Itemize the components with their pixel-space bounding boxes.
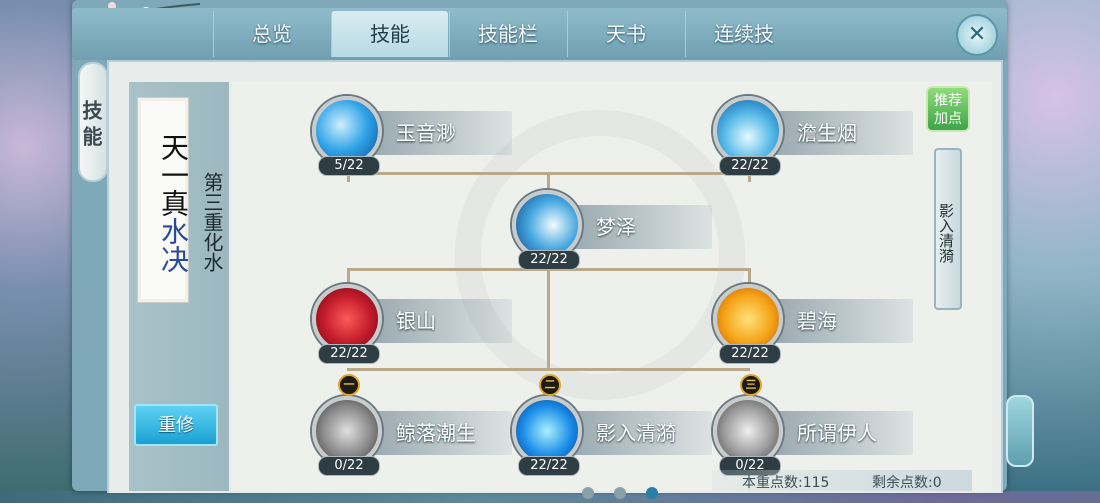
remaining-points: 剩余点数:0 xyxy=(872,475,942,491)
page-dot[interactable] xyxy=(582,487,594,499)
skill-node[interactable]: 鲸落潮生 0/22 xyxy=(312,396,512,476)
realm-title: 第三重化水 xyxy=(200,172,224,272)
scroll-title-line1: 天一真 xyxy=(157,133,190,217)
page-indicator xyxy=(582,484,678,503)
skill-node[interactable]: 影入清漪 22/22 xyxy=(512,396,712,476)
tree-connector xyxy=(347,268,350,283)
skill-name: 影入清漪 xyxy=(596,421,676,445)
tier-badge-icon: 三 xyxy=(740,374,762,396)
tier-badge-icon: 二 xyxy=(539,374,561,396)
selected-skill-scroll: 影入清漪 xyxy=(934,148,962,310)
skill-level: 22/22 xyxy=(518,456,580,476)
tree-connector xyxy=(547,172,550,190)
skill-name: 玉音渺 xyxy=(396,121,456,145)
skill-name: 银山 xyxy=(396,309,436,333)
close-icon: ✕ xyxy=(967,22,987,47)
skill-name: 梦泽 xyxy=(596,215,636,239)
skill-node[interactable]: 碧海 22/22 xyxy=(713,284,913,364)
tree-connector xyxy=(748,268,751,283)
page-dot[interactable] xyxy=(646,487,658,499)
skill-level: 5/22 xyxy=(318,156,380,176)
reset-button[interactable]: 重修 xyxy=(134,404,218,446)
tree-connector xyxy=(347,368,750,371)
skill-node[interactable]: 梦泽 22/22 xyxy=(512,190,712,270)
skill-node[interactable]: 银山 22/22 xyxy=(312,284,512,364)
side-tab-skills[interactable]: 技能 xyxy=(78,62,108,182)
tab-overview[interactable]: 总览 xyxy=(213,11,330,57)
sect-scroll: 天一真水决 xyxy=(137,97,190,303)
page-dot[interactable] xyxy=(614,487,626,499)
background-left xyxy=(0,0,80,491)
tier-badge-icon: 一 xyxy=(338,374,360,396)
skill-name: 鲸落潮生 xyxy=(396,421,476,445)
skill-name: 所谓伊人 xyxy=(797,421,877,445)
tab-heaven-book[interactable]: 天书 xyxy=(567,11,684,57)
recommend-points-button[interactable]: 推荐加点 xyxy=(926,86,970,132)
lantern-decoration xyxy=(1006,395,1034,467)
skill-level: 22/22 xyxy=(518,250,580,270)
skill-node[interactable]: 澹生烟 22/22 xyxy=(713,96,913,176)
tab-combo[interactable]: 连续技 xyxy=(685,11,802,57)
close-button[interactable]: ✕ xyxy=(956,14,998,56)
scroll-title-line2: 水决 xyxy=(157,217,190,273)
skill-name: 澹生烟 xyxy=(797,121,857,145)
points-bar: 本重点数:115 剩余点数:0 xyxy=(712,470,972,491)
skill-level: 22/22 xyxy=(719,344,781,364)
skill-node[interactable]: 所谓伊人 0/22 xyxy=(713,396,913,476)
skill-level: 22/22 xyxy=(318,344,380,364)
skill-node[interactable]: 玉音渺 5/22 xyxy=(312,96,512,176)
tab-skill-bar[interactable]: 技能栏 xyxy=(449,11,566,57)
skill-level: 22/22 xyxy=(719,156,781,176)
skill-level: 0/22 xyxy=(318,456,380,476)
tab-skills[interactable]: 技能 xyxy=(331,11,448,57)
current-points: 本重点数:115 xyxy=(742,475,830,491)
skill-name: 碧海 xyxy=(797,309,837,333)
tree-connector xyxy=(547,255,550,370)
